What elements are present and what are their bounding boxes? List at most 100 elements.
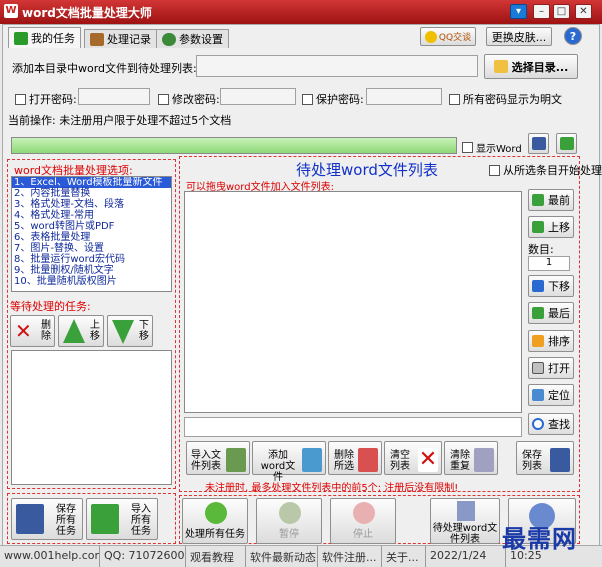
top-arrow-icon <box>532 194 544 206</box>
add-dir-label: 添加本目录中word文件到待处理列表: <box>12 62 197 75</box>
option-item[interactable]: 3、格式处理-文档、段落 <box>12 199 171 210</box>
checkbox-box <box>15 93 26 105</box>
status-tutorial[interactable]: 观看教程 <box>186 546 246 567</box>
import-all-tasks-button[interactable]: 导入所有任务 <box>86 498 158 540</box>
select-dir-button[interactable]: 选择目录... <box>484 54 578 79</box>
down-arrow-icon <box>112 320 134 344</box>
checkbox-box <box>158 93 169 105</box>
list-icon <box>457 501 475 521</box>
import-list-button[interactable]: 导入文件列表 <box>186 441 250 475</box>
file-list[interactable] <box>184 191 522 413</box>
open-password-field[interactable] <box>78 88 150 105</box>
file-input[interactable] <box>184 417 522 437</box>
find-button[interactable]: 查找 <box>528 413 574 435</box>
add-doc-icon <box>302 448 322 472</box>
tab-settings[interactable]: 参数设置 <box>156 29 229 48</box>
save-list-button[interactable]: 保存列表 <box>516 441 574 475</box>
move-down-button[interactable]: 下移 <box>528 275 574 297</box>
tab-records[interactable]: 处理记录 <box>84 29 157 48</box>
filelist-title: 待处理word文件列表 <box>296 161 438 179</box>
add-word-button[interactable]: 添加word文件 <box>252 441 326 483</box>
checkbox-box <box>302 93 313 105</box>
dir-path-field[interactable] <box>196 55 478 77</box>
qq-chat-button[interactable]: QQ交谈 <box>420 27 476 46</box>
floppy-icon <box>531 137 546 150</box>
tab-my-tasks[interactable]: 我的任务 <box>8 27 81 48</box>
status-date: 2022/1/24 <box>426 546 506 567</box>
down-arrow-icon <box>532 280 544 292</box>
app-icon: W <box>4 4 18 18</box>
window-title: word文档批量处理大师 <box>22 6 152 20</box>
from-selected-checkbox[interactable]: 从所选条目开始处理 <box>489 162 602 178</box>
process-all-button[interactable]: 处理所有任务 <box>182 498 248 544</box>
maximize-button[interactable]: □ <box>553 4 570 19</box>
move-first-button[interactable]: 最前 <box>528 189 574 211</box>
protect-password-field[interactable] <box>366 88 442 105</box>
sort-button[interactable]: 排序 <box>528 330 574 352</box>
move-down-task-button[interactable]: 下移 <box>107 315 153 347</box>
stop-icon <box>353 502 375 524</box>
count-label: 数目: <box>528 243 554 256</box>
download-icon[interactable] <box>556 133 577 154</box>
option-item[interactable]: 9、批量删权/随机文字 <box>12 265 171 276</box>
pause-button[interactable]: 暂停 <box>256 498 322 544</box>
clear-list-button[interactable]: 清空列表 ✕ <box>384 441 442 475</box>
modify-password-field[interactable] <box>220 88 296 105</box>
move-up-task-button[interactable]: 上移 <box>58 315 104 347</box>
status-news[interactable]: 软件最新动态 <box>246 546 318 567</box>
stop-button[interactable]: 停止 <box>330 498 396 544</box>
delete-selected-button[interactable]: 删除所选 <box>328 441 382 475</box>
count-field[interactable]: 1 <box>528 256 570 271</box>
save-all-tasks-button[interactable]: 保存所有任务 <box>11 498 83 540</box>
option-item[interactable]: 6、表格批量处理 <box>12 232 171 243</box>
options-list[interactable]: 1、Excel、Word模板批量新文件 2、内容批量替换 3、格式处理-文档、段落 4… <box>11 176 172 292</box>
move-last-button[interactable]: 最后 <box>528 302 574 324</box>
option-item[interactable]: 10、批量随机版权图片 <box>12 276 171 287</box>
progress-bar <box>11 137 457 154</box>
move-up-button[interactable]: 上移 <box>528 216 574 238</box>
play-icon <box>205 502 227 524</box>
delete-task-button[interactable]: ✕ 删除 <box>10 315 55 347</box>
current-operation: 当前操作: 未注册用户限于处理不超过5个文档 <box>8 114 232 127</box>
minimize-button[interactable]: – <box>533 4 550 19</box>
briefcase-icon <box>90 32 104 46</box>
protect-password-checkbox[interactable]: 保护密码: <box>302 91 364 107</box>
show-word-checkbox[interactable]: 显示Word <box>462 140 522 155</box>
qq-icon <box>424 30 437 43</box>
title-bar: W word文档批量处理大师 ▾ – □ ✕ <box>0 0 602 24</box>
status-website[interactable]: www.001help.com <box>0 546 100 567</box>
list-icon <box>226 448 246 472</box>
open-password-checkbox[interactable]: 打开密码: <box>15 91 77 107</box>
delete-doc-icon <box>358 448 378 472</box>
x-icon: ✕ <box>418 447 438 472</box>
play-icon <box>14 31 28 45</box>
option-item[interactable]: 7、图片-替换、设置 <box>12 243 171 254</box>
change-skin-button[interactable]: 更换皮肤... <box>486 27 552 46</box>
floppy-icon <box>16 504 44 534</box>
show-plain-checkbox[interactable]: 所有密码显示为明文 <box>449 91 562 107</box>
pending-list-button[interactable]: 待处理word文件列表 <box>430 498 500 545</box>
option-item[interactable]: 1、Excel、Word模板批量新文件 <box>12 177 171 188</box>
help-icon[interactable]: ? <box>564 27 582 45</box>
pending-title: 等待处理的任务: <box>10 300 91 313</box>
option-item[interactable]: 8、批量运行word宏代码 <box>12 254 171 265</box>
sort-icon <box>532 335 544 347</box>
status-about[interactable]: 关于... <box>382 546 426 567</box>
x-icon: ✕ <box>15 319 32 343</box>
option-item[interactable]: 4、格式处理-常用 <box>12 210 171 221</box>
pending-task-list[interactable] <box>11 350 172 485</box>
progress-fill <box>12 138 456 153</box>
option-item[interactable]: 2、内容批量替换 <box>12 188 171 199</box>
option-item[interactable]: 5、word转图片或PDF <box>12 221 171 232</box>
open-file-button[interactable]: 打开 <box>528 357 574 379</box>
locate-button[interactable]: 定位 <box>528 384 574 406</box>
pause-icon <box>279 502 301 524</box>
list-icon <box>474 448 494 472</box>
folder-icon <box>493 60 508 73</box>
status-register[interactable]: 软件注册... <box>318 546 382 567</box>
close-button[interactable]: ✕ <box>575 4 592 19</box>
modify-password-checkbox[interactable]: 修改密码: <box>158 91 220 107</box>
save-icon[interactable] <box>528 133 549 154</box>
shirt-icon[interactable]: ▾ <box>510 4 527 19</box>
remove-duplicates-button[interactable]: 清除重复 <box>444 441 498 475</box>
